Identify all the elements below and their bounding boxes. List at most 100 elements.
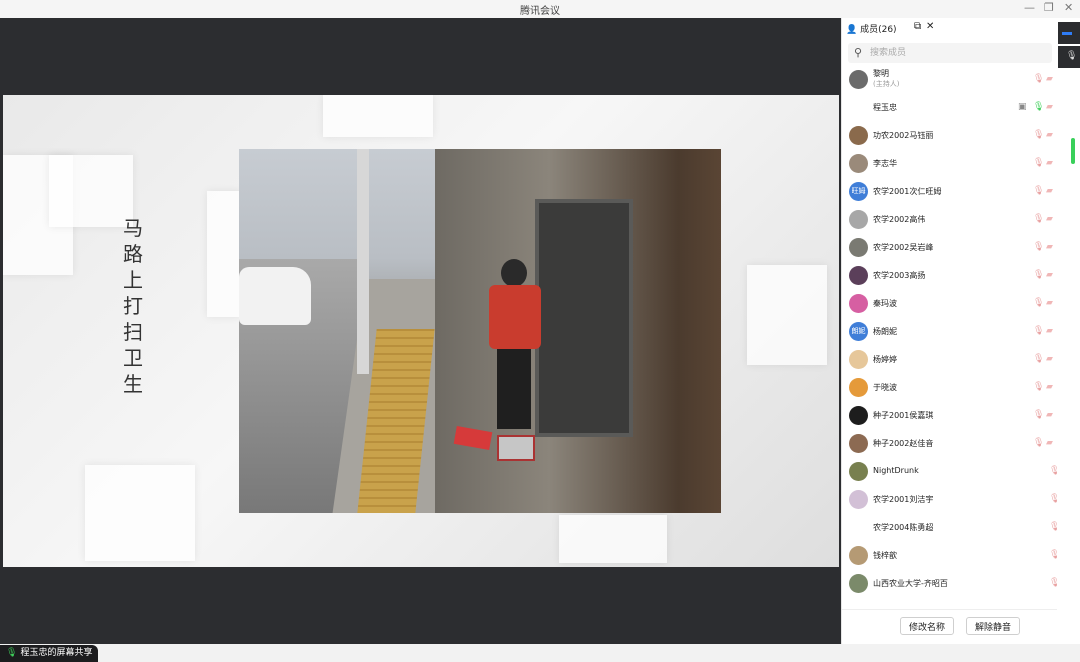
mic-muted-icon[interactable]: 🎙 bbox=[1033, 242, 1044, 252]
close-panel-icon[interactable]: ✕ bbox=[926, 21, 934, 32]
member-row[interactable]: 种子2002赵佳音 🎙 ▰ bbox=[842, 430, 1058, 458]
member-row[interactable]: 旺姆 农学2001次仁旺姆 🎙 ▰ bbox=[842, 178, 1058, 206]
mic-muted-icon[interactable]: 🎙 bbox=[1033, 186, 1044, 196]
camera-off-icon[interactable]: ▰ bbox=[1046, 130, 1053, 140]
member-name: 农学2004陈勇超 bbox=[873, 523, 934, 532]
avatar bbox=[849, 294, 868, 313]
member-name: NightDrunk bbox=[873, 466, 919, 475]
member-name: 程玉忠 bbox=[873, 103, 897, 112]
camera-off-icon[interactable]: ▰ bbox=[1046, 102, 1053, 112]
camera-off-icon[interactable]: ▰ bbox=[1046, 270, 1053, 280]
member-row[interactable]: 农学2004陈勇超 🎙 bbox=[842, 514, 1058, 542]
member-row[interactable]: 李志华 🎙 ▰ bbox=[842, 150, 1058, 178]
member-row[interactable]: 农学2003高扬 🎙 ▰ bbox=[842, 262, 1058, 290]
search-input[interactable]: 搜索成员 bbox=[870, 43, 906, 63]
photo-pole bbox=[357, 149, 369, 374]
screen-share-status: 🎙 程玉忠的屏幕共享 bbox=[0, 645, 99, 662]
member-row[interactable]: 农学2002吴岩峰 🎙 ▰ bbox=[842, 234, 1058, 262]
mic-muted-icon[interactable]: 🎙 bbox=[1033, 298, 1044, 308]
camera-off-icon[interactable]: ▰ bbox=[1046, 74, 1053, 84]
member-row[interactable]: 农学2001刘洁宇 🎙 bbox=[842, 486, 1058, 514]
member-name: 杨朗妮 bbox=[873, 327, 897, 336]
mic-muted-icon[interactable]: 🎙 bbox=[1033, 354, 1044, 364]
mic-muted-icon[interactable]: 🎙 bbox=[1033, 326, 1044, 336]
slide-decor-tile bbox=[747, 265, 827, 365]
popout-icon[interactable]: ⧉ bbox=[914, 21, 921, 32]
member-row[interactable]: 山西农业大学-齐昭百 🎙 bbox=[842, 570, 1058, 598]
avatar bbox=[849, 210, 868, 229]
member-row[interactable]: 功农2002马钰丽 🎙 ▰ bbox=[842, 122, 1058, 150]
member-row[interactable]: 朗妮 杨朗妮 🎙 ▰ bbox=[842, 318, 1058, 346]
members-header: 👤 成员(26) ⧉ ✕ bbox=[842, 18, 1058, 40]
member-row[interactable]: 黎明 (主持人) 🎙 ▰ bbox=[842, 66, 1058, 94]
avatar bbox=[849, 406, 868, 425]
member-name: 功农2002马钰丽 bbox=[873, 131, 934, 140]
member-row[interactable]: 种子2001侯嘉琪 🎙 ▰ bbox=[842, 402, 1058, 430]
restore-button[interactable]: ❐ bbox=[1044, 1, 1054, 14]
member-name: 农学2002吴岩峰 bbox=[873, 243, 934, 252]
camera-off-icon[interactable]: ▰ bbox=[1046, 214, 1053, 224]
camera-off-icon[interactable]: ▰ bbox=[1046, 326, 1053, 336]
member-row[interactable]: 秦玛波 🎙 ▰ bbox=[842, 290, 1058, 318]
avatar bbox=[849, 546, 868, 565]
member-name: 山西农业大学-齐昭百 bbox=[873, 579, 948, 588]
member-name: 秦玛波 bbox=[873, 299, 897, 308]
camera-off-icon[interactable]: ▰ bbox=[1046, 410, 1053, 420]
mic-muted-icon[interactable]: 🎙 bbox=[1033, 382, 1044, 392]
camera-off-icon[interactable]: ▰ bbox=[1046, 158, 1053, 168]
screen-share-view: 马路上打扫卫生 🎙 程玉忠的屏幕共享 bbox=[0, 18, 841, 662]
slide-decor-tile bbox=[207, 191, 241, 317]
member-name: 于晓波 bbox=[873, 383, 897, 392]
member-row[interactable]: 于晓波 🎙 ▰ bbox=[842, 374, 1058, 402]
window-titlebar: 腾讯会议 — ❐ ✕ bbox=[0, 0, 1080, 19]
rename-button[interactable]: 修改名称 bbox=[900, 617, 955, 635]
avatar bbox=[849, 490, 868, 509]
member-row[interactable]: 农学2002高伟 🎙 ▰ bbox=[842, 206, 1058, 234]
mic-icon[interactable]: 🎙 bbox=[1033, 102, 1044, 112]
member-name: 农学2001刘洁宇 bbox=[873, 495, 934, 504]
avatar bbox=[849, 98, 868, 117]
video-strip: 🎙 bbox=[1057, 18, 1080, 644]
slide-decor-tile bbox=[85, 465, 195, 561]
mic-muted-icon[interactable]: 🎙 bbox=[1033, 410, 1044, 420]
slide-vertical-title: 马路上打扫卫生 bbox=[123, 216, 143, 396]
members-title: 👤 成员(26) bbox=[846, 25, 897, 35]
camera-off-icon[interactable]: ▰ bbox=[1046, 354, 1053, 364]
member-name: 杨婷婷 bbox=[873, 355, 897, 364]
photo-car bbox=[239, 267, 311, 325]
member-row[interactable]: 钱梓歆 🎙 bbox=[842, 542, 1058, 570]
avatar: 朗妮 bbox=[849, 322, 868, 341]
mic-muted-icon[interactable]: 🎙 bbox=[1033, 438, 1044, 448]
mic-muted-icon[interactable]: 🎙 bbox=[1033, 158, 1044, 168]
mic-muted-icon[interactable]: 🎙 bbox=[1033, 130, 1044, 140]
avatar bbox=[849, 70, 868, 89]
avatar bbox=[849, 126, 868, 145]
minimize-button[interactable]: — bbox=[1024, 1, 1035, 14]
camera-off-icon[interactable]: ▰ bbox=[1046, 186, 1053, 196]
mic-muted-icon[interactable]: 🎙 bbox=[1033, 214, 1044, 224]
close-window-button[interactable]: ✕ bbox=[1064, 1, 1073, 14]
screen-share-label: 程玉忠的屏幕共享 bbox=[20, 648, 93, 658]
member-row[interactable]: 杨婷婷 🎙 ▰ bbox=[842, 346, 1058, 374]
avatar bbox=[849, 154, 868, 173]
avatar bbox=[849, 378, 868, 397]
shared-slide: 马路上打扫卫生 bbox=[3, 95, 839, 567]
mic-muted-icon[interactable]: 🎙 bbox=[1033, 74, 1044, 84]
camera-off-icon[interactable]: ▰ bbox=[1046, 382, 1053, 392]
member-search[interactable]: ⚲ 搜索成员 bbox=[848, 43, 1052, 63]
video-thumbnail[interactable]: 🎙 bbox=[1058, 46, 1080, 68]
avatar bbox=[849, 518, 868, 537]
member-list: 黎明 (主持人) 🎙 ▰ 程玉忠 ▣ 🎙 ▰ 功农2002马钰丽 🎙 ▰ 李志华 🎙 ▰ 旺姆 农学2001次… bbox=[842, 66, 1058, 609]
mic-muted-icon: 🎙 bbox=[1066, 51, 1078, 61]
slide-decor-tile bbox=[559, 515, 667, 563]
camera-off-icon[interactable]: ▰ bbox=[1046, 438, 1053, 448]
member-row[interactable]: 程玉忠 ▣ 🎙 ▰ bbox=[842, 94, 1058, 122]
mic-muted-icon[interactable]: 🎙 bbox=[1033, 270, 1044, 280]
camera-off-icon[interactable]: ▰ bbox=[1046, 298, 1053, 308]
search-icon: ⚲ bbox=[854, 46, 863, 59]
member-name: 钱梓歆 bbox=[873, 551, 897, 560]
member-row[interactable]: NightDrunk 🎙 bbox=[842, 458, 1058, 486]
camera-off-icon[interactable]: ▰ bbox=[1046, 242, 1053, 252]
video-thumbnail[interactable] bbox=[1058, 22, 1080, 44]
unmute-all-button[interactable]: 解除静音 bbox=[966, 617, 1021, 635]
